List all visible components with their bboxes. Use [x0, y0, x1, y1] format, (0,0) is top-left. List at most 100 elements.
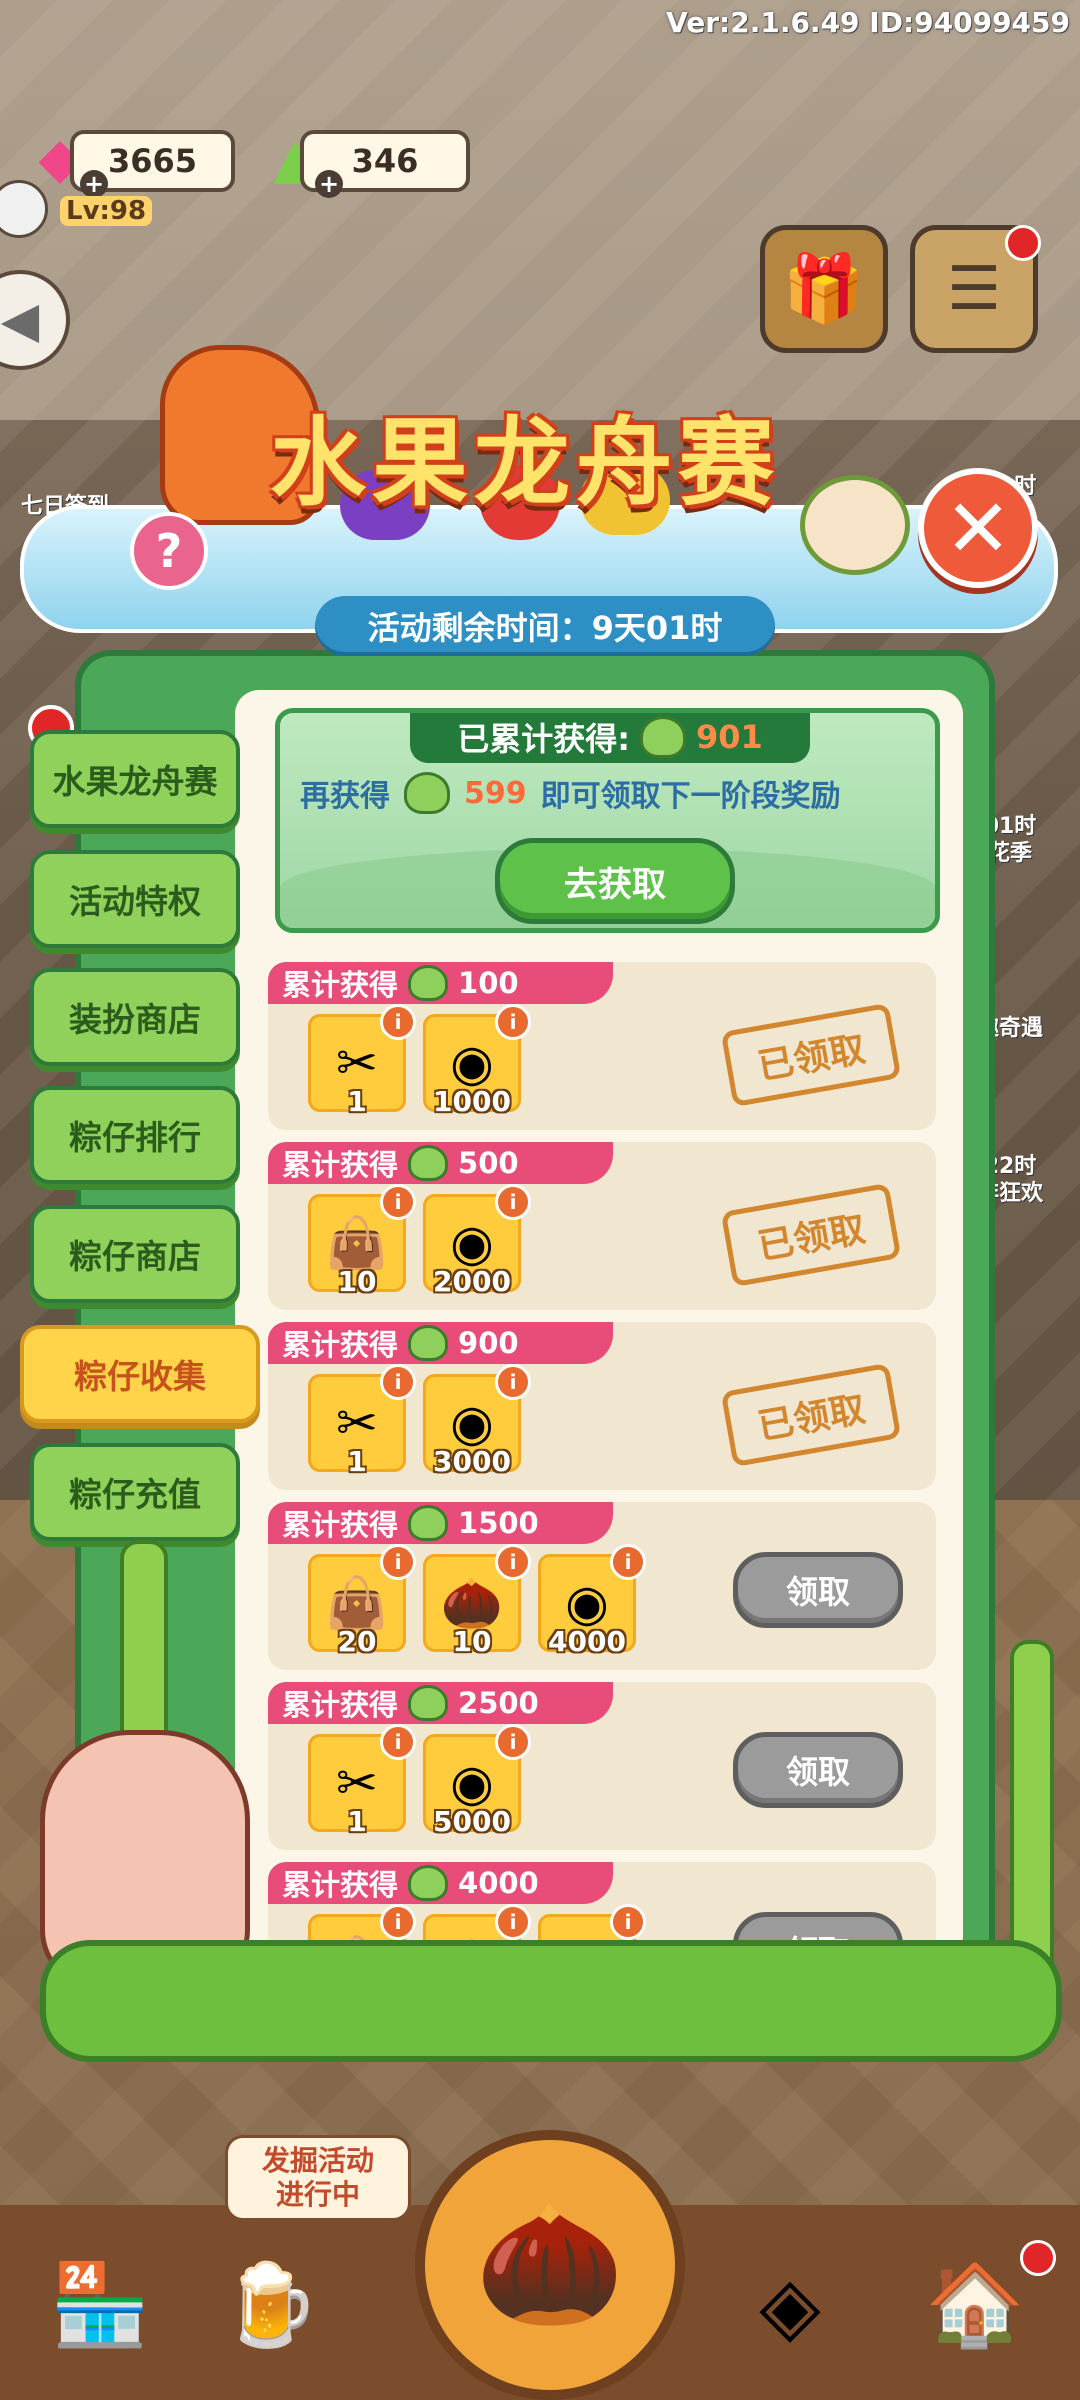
reward-threshold-value: 2500 [458, 1686, 539, 1720]
scissors-icon[interactable]: ✂ i 1 [308, 1364, 416, 1478]
info-icon[interactable]: i [380, 1184, 416, 1220]
zongzi-icon [408, 1145, 449, 1181]
claim-button[interactable]: 领取 [733, 1552, 903, 1628]
item-count: 4000 [548, 1625, 626, 1658]
zongzi-mascot-icon [800, 475, 910, 575]
claimed-stamp: 已领取 [720, 1182, 902, 1288]
reward-threshold: 累计获得 100 [268, 962, 613, 1004]
add-gems-icon[interactable]: + [80, 170, 108, 198]
info-icon[interactable]: i [495, 1544, 531, 1580]
tab-zongzi-collection[interactable]: 粽仔收集 [20, 1325, 260, 1423]
item-count: 10 [452, 1625, 492, 1658]
coins-icon[interactable]: ◉ i 4000 [538, 1544, 646, 1658]
reward-threshold: 累计获得 4000 [268, 1862, 613, 1904]
help-button[interactable]: ? [130, 512, 208, 590]
progress-summary: 已累计获得: 901 再获得 599 即可领取下一阶段奖励 去获取 [275, 708, 940, 933]
info-icon[interactable]: i [610, 1544, 646, 1580]
item-count: 5000 [433, 1805, 511, 1838]
tab-event-privileges[interactable]: 活动特权 [30, 850, 240, 948]
coins-icon[interactable]: ◉ i 5000 [423, 1724, 531, 1838]
info-icon[interactable]: i [380, 1004, 416, 1040]
info-icon[interactable]: i [610, 1904, 646, 1940]
bag-icon[interactable]: 👜 i 10 [308, 1184, 416, 1298]
level-badge: Lv:98 [60, 196, 153, 226]
reward-threshold: 累计获得 2500 [268, 1682, 613, 1724]
reward-threshold: 累计获得 1500 [268, 1502, 613, 1544]
reward-row: 累计获得 500 👜 i 10 ◉ i 2000 已领取 [268, 1142, 936, 1310]
reward-threshold-value: 500 [458, 1146, 519, 1180]
info-icon[interactable]: i [495, 1904, 531, 1940]
reward-threshold-value: 4000 [458, 1866, 539, 1900]
more-value: 599 [464, 775, 527, 811]
close-button[interactable]: ✕ [918, 468, 1038, 588]
dig-event-line-1: 发掘活动 [261, 2144, 374, 2177]
coins-icon[interactable]: ◉ i 1000 [423, 1004, 531, 1118]
claim-button[interactable]: 领取 [733, 1732, 903, 1808]
info-icon[interactable]: i [380, 1724, 416, 1760]
reward-row: 累计获得 900 ✂ i 1 ◉ i 3000 已领取 [268, 1322, 936, 1490]
zongzi-icon [640, 716, 686, 758]
zongzi-icon [408, 965, 449, 1001]
reward-threshold-value: 1500 [458, 1506, 539, 1540]
tab-zongzi-ranking[interactable]: 粽仔排行 [30, 1086, 240, 1184]
claimed-stamp: 已领取 [720, 1362, 902, 1468]
bag-icon[interactable]: 👜 i 20 [308, 1544, 416, 1658]
collected-header: 已累计获得: 901 [410, 713, 810, 763]
item-count: 1000 [433, 1085, 511, 1118]
item-count: 3000 [433, 1445, 511, 1478]
event-timer: 活动剩余时间：9天01时 [315, 596, 775, 656]
scissors-icon[interactable]: ✂ i 1 [308, 1724, 416, 1838]
reward-row: 累计获得 1500 👜 i 20 🌰 i 10 ◉ i 4000 领取 [268, 1502, 936, 1670]
grass-border [40, 1940, 1062, 2062]
info-icon[interactable]: i [495, 1724, 531, 1760]
reward-threshold-label: 累计获得 [282, 1148, 399, 1182]
cube-icon[interactable]: ◈ [720, 2235, 860, 2375]
reward-row: 累计获得 100 ✂ i 1 ◉ i 1000 已领取 [268, 962, 936, 1130]
coins-icon[interactable]: ◉ i 2000 [423, 1184, 531, 1298]
menu-notification-dot [1005, 225, 1041, 261]
zongzi-icon [404, 772, 450, 814]
reward-row: 累计获得 2500 ✂ i 1 ◉ i 5000 领取 [268, 1682, 936, 1850]
bamboo-right [1010, 1640, 1054, 1988]
dig-event-label[interactable]: 发掘活动 进行中 [225, 2135, 411, 2221]
acorn-icon[interactable]: 🌰 [415, 2130, 685, 2400]
more-prefix: 再获得 [300, 779, 390, 814]
coins-icon[interactable]: ◉ i 3000 [423, 1364, 531, 1478]
reward-threshold-label: 累计获得 [282, 1868, 399, 1902]
version-label: Ver:2.1.6.49 ID:94099459 [666, 6, 1070, 39]
claimed-stamp: 已领取 [720, 1002, 902, 1108]
hand-icon[interactable]: 🍺 [200, 2235, 340, 2375]
reward-threshold: 累计获得 900 [268, 1322, 613, 1364]
info-icon[interactable]: i [495, 1004, 531, 1040]
tab-costume-shop[interactable]: 装扮商店 [30, 968, 240, 1066]
zongzi-icon [408, 1865, 449, 1901]
info-icon[interactable]: i [495, 1364, 531, 1400]
tab-zongzi-recharge[interactable]: 粽仔充值 [30, 1443, 240, 1541]
house-notification-dot [1020, 2240, 1056, 2276]
reward-threshold-label: 累计获得 [282, 1328, 399, 1362]
tab-fruit-dragon-boat[interactable]: 水果龙舟赛 [30, 730, 240, 828]
tab-zongzi-shop[interactable]: 粽仔商店 [30, 1205, 240, 1303]
info-icon[interactable]: i [495, 1184, 531, 1220]
reward-threshold-label: 累计获得 [282, 1688, 399, 1722]
zongzi-icon [408, 1325, 449, 1361]
collected-label: 已累计获得: [457, 720, 630, 758]
gift-icon[interactable]: 🎁 [760, 225, 888, 353]
info-icon[interactable]: i [380, 1364, 416, 1400]
add-zongzi-icon[interactable]: + [315, 170, 343, 198]
reward-threshold-value: 100 [458, 966, 519, 1000]
zongzi-icon [408, 1505, 449, 1541]
collected-value: 901 [696, 718, 763, 756]
item-count: 1 [347, 1805, 367, 1838]
scissors-icon[interactable]: ✂ i 1 [308, 1004, 416, 1118]
acorn-icon[interactable]: 🌰 i 10 [423, 1544, 531, 1658]
item-count: 20 [337, 1625, 377, 1658]
shop-icon[interactable]: 🏪 [30, 2235, 170, 2375]
go-get-button[interactable]: 去获取 [495, 838, 735, 924]
info-icon[interactable]: i [380, 1544, 416, 1580]
reward-threshold-value: 900 [458, 1326, 519, 1360]
reward-threshold-label: 累计获得 [282, 1508, 399, 1542]
more-suffix: 即可领取下一阶段奖励 [540, 779, 841, 814]
info-icon[interactable]: i [380, 1904, 416, 1940]
item-count: 2000 [433, 1265, 511, 1298]
